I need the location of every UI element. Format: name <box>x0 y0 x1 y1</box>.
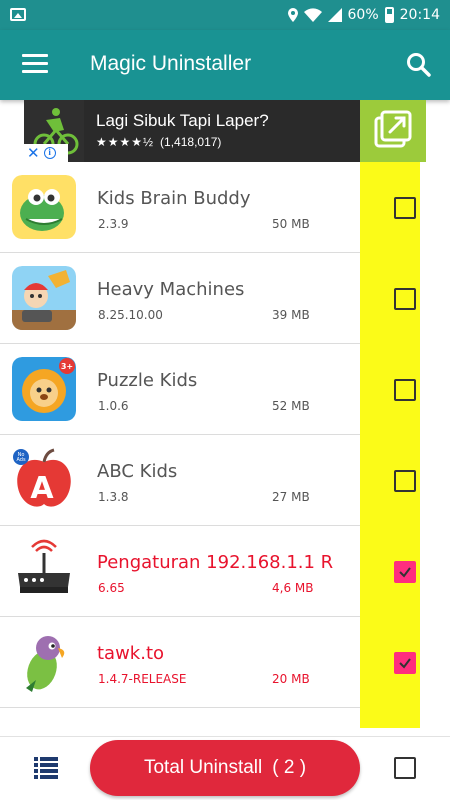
svg-text:3+: 3+ <box>61 362 73 371</box>
info-icon[interactable]: i <box>43 147 56 159</box>
app-name: Heavy Machines <box>97 279 245 300</box>
list-item[interactable]: Kids Brain Buddy 2.3.9 50 MB <box>0 162 360 253</box>
ad-title: Lagi Sibuk Tapi Laper? <box>96 111 269 130</box>
battery-percent: 60% <box>347 7 379 23</box>
app-size: 50 MB <box>272 217 310 231</box>
status-indicators: 60% 20:14 <box>287 5 440 25</box>
app-size: 52 MB <box>272 399 310 413</box>
list-item[interactable]: tawk.to 1.4.7-RELEASE 20 MB <box>0 617 360 708</box>
total-uninstall-button[interactable]: Total Uninstall ( 2 ) <box>90 740 360 796</box>
hamburger-menu-icon[interactable] <box>22 54 48 74</box>
list-item[interactable]: Heavy Machines 8.25.10.00 39 MB <box>0 253 360 344</box>
signal-icon <box>327 8 342 22</box>
battery-icon <box>384 7 394 23</box>
bottom-bar: Total Uninstall ( 2 ) <box>0 736 450 800</box>
clock: 20:14 <box>399 7 440 23</box>
ad-open-button[interactable] <box>360 100 426 162</box>
app-checkbox-checked[interactable] <box>394 652 416 674</box>
router-settings-icon <box>12 539 76 603</box>
app-version: 2.3.9 <box>98 217 129 231</box>
app-checkbox[interactable] <box>394 470 416 492</box>
ad-choices[interactable]: ✕ i <box>24 144 68 162</box>
wifi-icon <box>303 8 322 22</box>
close-icon[interactable]: ✕ <box>27 145 40 161</box>
list-view-icon[interactable] <box>34 757 58 779</box>
open-external-icon <box>374 110 412 148</box>
abc-kids-icon: A No Ads <box>12 448 76 512</box>
search-icon[interactable] <box>406 52 432 78</box>
puzzle-kids-icon: 3+ <box>12 357 76 421</box>
app-size: 4,6 MB <box>272 581 314 595</box>
app-checkbox[interactable] <box>394 288 416 310</box>
app-version: 1.3.8 <box>98 490 129 504</box>
app-name: Puzzle Kids <box>97 370 198 391</box>
app-size: 20 MB <box>272 672 310 686</box>
app-version: 8.25.10.00 <box>98 308 163 322</box>
checkmark-icon <box>399 567 411 578</box>
list-item[interactable]: Pengaturan 192.168.1.1 R 6.65 4,6 MB <box>0 526 360 617</box>
svg-text:Ads: Ads <box>16 457 26 463</box>
ad-review-count: (1,418,017) <box>160 135 222 149</box>
gallery-icon <box>10 8 26 21</box>
ad-rating: ★★★★½ (1,418,017) <box>96 135 221 149</box>
checkmark-icon <box>399 658 411 669</box>
app-list: Kids Brain Buddy 2.3.9 50 MB Heavy Machi… <box>0 162 450 728</box>
status-bar: 60% 20:14 <box>0 0 450 30</box>
app-name: ABC Kids <box>97 461 178 482</box>
app-name: tawk.to <box>97 643 165 664</box>
app-bar: Magic Uninstaller <box>0 30 450 100</box>
app-version: 6.65 <box>98 581 125 595</box>
app-version: 1.0.6 <box>98 399 129 413</box>
list-item-partial <box>0 708 360 728</box>
app-checkbox[interactable] <box>394 379 416 401</box>
location-icon <box>287 8 298 22</box>
tawk-to-icon <box>12 630 76 694</box>
app-version: 1.4.7-RELEASE <box>98 672 187 686</box>
app-checkbox[interactable] <box>394 197 416 219</box>
app-size: 27 MB <box>272 490 310 504</box>
app-checkbox-checked[interactable] <box>394 561 416 583</box>
list-item[interactable]: 3+ Puzzle Kids 1.0.6 52 MB <box>0 344 360 435</box>
app-name: Pengaturan 192.168.1.1 R <box>97 552 334 573</box>
list-item[interactable]: A No Ads ABC Kids 1.3.8 27 MB <box>0 435 360 526</box>
app-name: Kids Brain Buddy <box>97 188 251 209</box>
heavy-machines-icon <box>12 266 76 330</box>
ad-stars: ★★★★½ <box>96 135 155 149</box>
uninstall-label: Total Uninstall <box>143 757 263 778</box>
app-size: 39 MB <box>272 308 310 322</box>
ad-banner[interactable]: Lagi Sibuk Tapi Laper? ★★★★½ (1,418,017) … <box>24 100 426 162</box>
uninstall-count: ( 2 ) <box>272 757 307 778</box>
kids-brain-buddy-icon <box>12 175 76 239</box>
select-all-checkbox[interactable] <box>394 757 416 779</box>
app-title: Magic Uninstaller <box>90 52 252 75</box>
svg-text:A: A <box>30 471 54 506</box>
